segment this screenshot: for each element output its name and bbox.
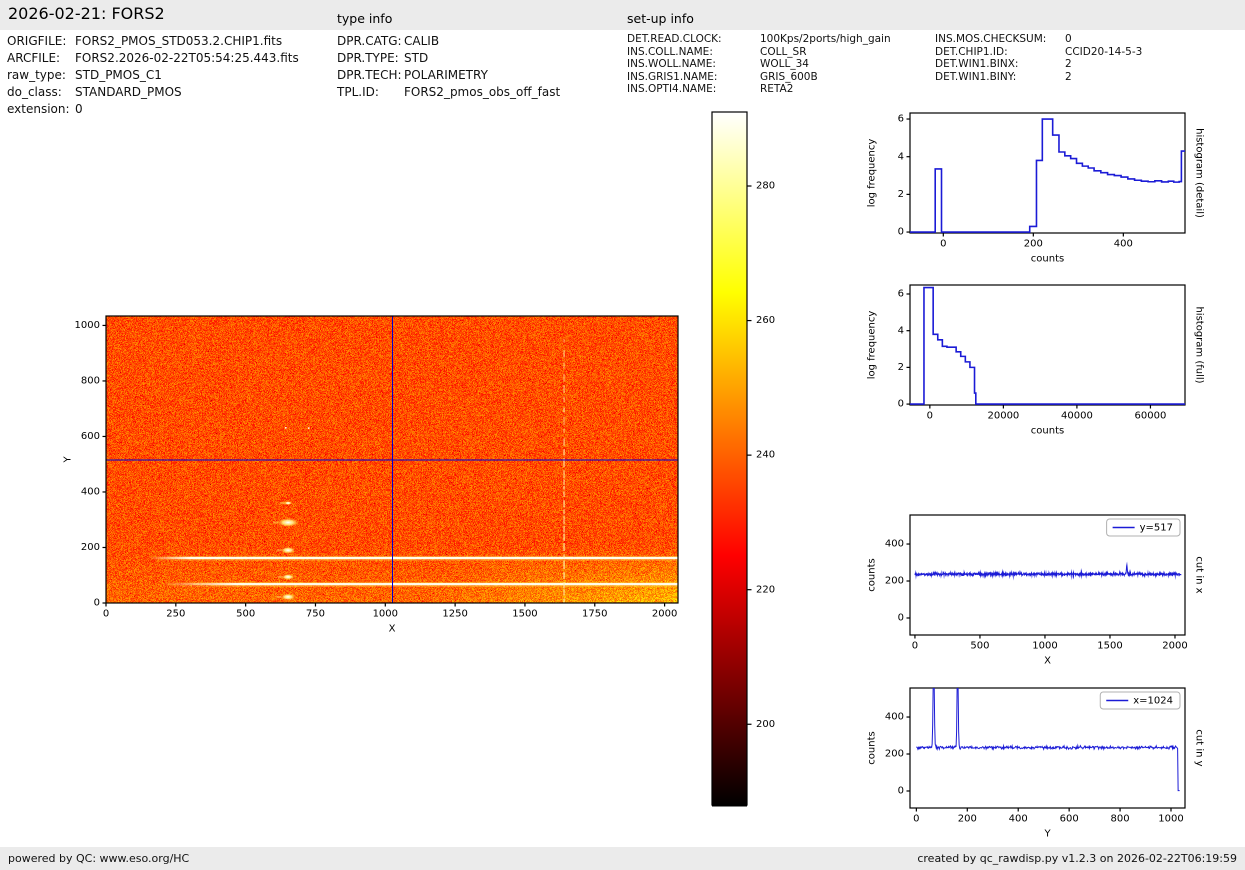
cut-in-y-plot (855, 670, 1245, 870)
meta-row-dprcatg: DPR.CATG: CALIB (337, 33, 560, 50)
footer-powered-by: powered by QC: www.eso.org/HC (8, 852, 190, 865)
colorbar (695, 100, 810, 815)
setup-info-block-1: DET.READ.CLOCK: 100Kps/2ports/high_gain I… (627, 33, 891, 96)
meta-label: DET.WIN1.BINY: (935, 70, 1017, 83)
meta-value: RETA2 (760, 83, 794, 95)
header-bar: 2026-02-21: FORS2 type info set-up info (0, 0, 1245, 30)
meta-row-doclass: do_class: STANDARD_PMOS (7, 84, 299, 101)
meta-label: do_class: (7, 85, 62, 99)
meta-value: FORS2.2026-02-22T05:54:25.443.fits (75, 51, 299, 65)
cut-in-x-plot (855, 498, 1245, 698)
meta-row-dprtech: DPR.TECH: POLARIMETRY (337, 67, 560, 84)
meta-value: 0 (75, 102, 83, 116)
histogram-detail-plot (855, 98, 1245, 288)
meta-label: DET.WIN1.BINX: (935, 58, 1019, 70)
page-title: 2026-02-21: FORS2 (8, 4, 165, 23)
meta-row-origfile: ORIGFILE: FORS2_PMOS_STD053.2.CHIP1.fits (7, 33, 299, 50)
meta-label: INS.WOLL.NAME: (627, 58, 716, 70)
file-info-block: ORIGFILE: FORS2_PMOS_STD053.2.CHIP1.fits … (7, 33, 299, 118)
meta-value: STD (404, 51, 429, 65)
meta-label: DET.CHIP1.ID: (935, 45, 1008, 58)
meta-row-extension: extension: 0 (7, 101, 299, 118)
meta-value: GRIS_600B (760, 70, 818, 83)
meta-value: 100Kps/2ports/high_gain (760, 33, 891, 45)
meta-value: CALIB (404, 34, 440, 48)
meta-value: POLARIMETRY (404, 68, 488, 82)
meta-row-rawtype: raw_type: STD_PMOS_C1 (7, 67, 299, 84)
qc-rawdisp-page: 2026-02-21: FORS2 type info set-up info … (0, 0, 1245, 870)
meta-value: 2 (1065, 58, 1072, 70)
meta-label: extension: (7, 102, 70, 116)
meta-row-chipid: DET.CHIP1.ID: CCID20-14-5-3 (935, 46, 1142, 59)
meta-row-readclock: DET.READ.CLOCK: 100Kps/2ports/high_gain (627, 33, 891, 46)
meta-row-collname: INS.COLL.NAME: COLL_SR (627, 46, 891, 59)
meta-value: FORS2_pmos_obs_off_fast (404, 85, 561, 99)
meta-row-checksum: INS.MOS.CHECKSUM: 0 (935, 33, 1142, 46)
meta-value: FORS2_PMOS_STD053.2.CHIP1.fits (75, 34, 283, 48)
meta-row-dprtype: DPR.TYPE: STD (337, 50, 560, 67)
meta-row-binx: DET.WIN1.BINX: 2 (935, 58, 1142, 71)
meta-label: DPR.CATG: (337, 34, 402, 48)
meta-label: INS.MOS.CHECKSUM: (935, 33, 1047, 45)
meta-value: WOLL_34 (760, 58, 809, 70)
meta-label: raw_type: (7, 68, 66, 82)
meta-value: 0 (1065, 33, 1072, 45)
setup-info-block-2: INS.MOS.CHECKSUM: 0 DET.CHIP1.ID: CCID20-1… (935, 33, 1142, 83)
meta-row-arcfile: ARCFILE: FORS2.2026-02-22T05:54:25.443.fi… (7, 50, 299, 67)
meta-row-wollname: INS.WOLL.NAME: WOLL_34 (627, 58, 891, 71)
meta-label: DPR.TYPE: (337, 51, 399, 65)
setup-info-title: set-up info (627, 11, 694, 26)
meta-value: STD_PMOS_C1 (75, 68, 162, 82)
meta-label: ORIGFILE: (7, 34, 67, 48)
meta-value: CCID20-14-5-3 (1065, 45, 1143, 58)
meta-value: 2 (1065, 70, 1072, 83)
meta-label: ARCFILE: (7, 51, 61, 65)
meta-value: COLL_SR (760, 45, 807, 58)
meta-label: INS.GRIS1.NAME: (627, 70, 718, 83)
histogram-full-plot (855, 272, 1245, 462)
meta-label: INS.OPTI4.NAME: (627, 83, 717, 95)
meta-row-optiname: INS.OPTI4.NAME: RETA2 (627, 83, 891, 96)
meta-row-biny: DET.WIN1.BINY: 2 (935, 71, 1142, 84)
type-info-title: type info (337, 11, 393, 26)
footer-bar: powered by QC: www.eso.org/HC created by… (0, 847, 1245, 870)
meta-label: INS.COLL.NAME: (627, 45, 713, 58)
footer-created-by: created by qc_rawdisp.py v1.2.3 on 2026-… (917, 852, 1237, 865)
meta-label: TPL.ID: (337, 85, 379, 99)
meta-label: DET.READ.CLOCK: (627, 33, 722, 45)
meta-row-grisname: INS.GRIS1.NAME: GRIS_600B (627, 71, 891, 84)
ccd-raw-image-plot (40, 300, 700, 652)
meta-value: STANDARD_PMOS (75, 85, 182, 99)
meta-row-tplid: TPL.ID: FORS2_pmos_obs_off_fast (337, 84, 560, 101)
type-info-block: DPR.CATG: CALIB DPR.TYPE: STD DPR.TECH: POL… (337, 33, 560, 101)
meta-label: DPR.TECH: (337, 68, 402, 82)
